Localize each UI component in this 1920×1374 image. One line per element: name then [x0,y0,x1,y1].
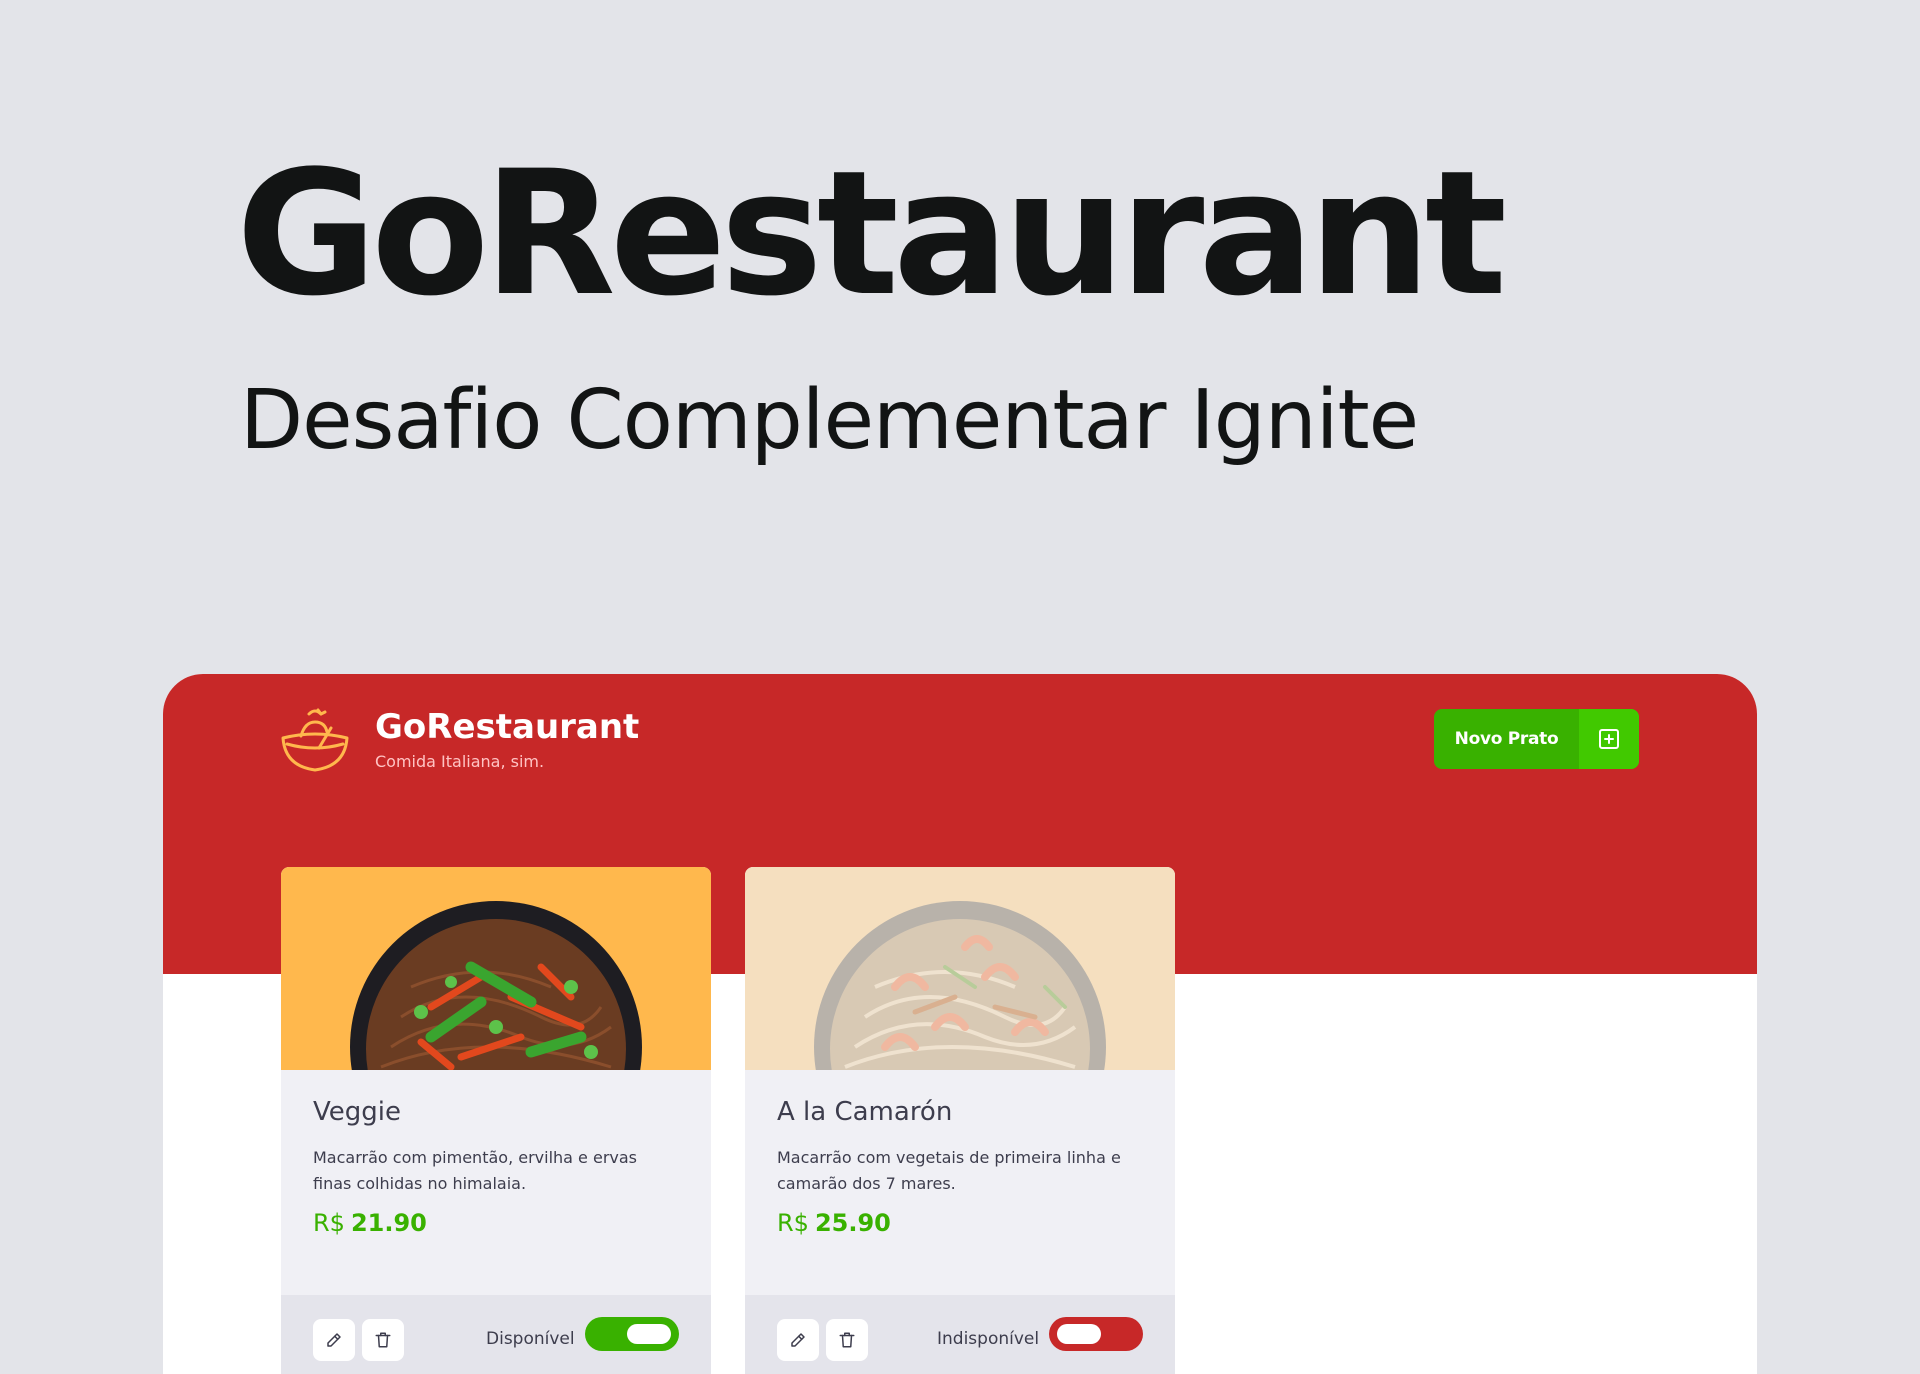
edit-dish-button[interactable] [777,1319,819,1361]
dish-price: R$ 25.90 [777,1209,1143,1237]
dish-image [745,867,1175,1070]
dish-card: Veggie Macarrão com pimentão, ervilha e … [281,867,711,1374]
app-title: GoRestaurant [375,707,640,747]
new-dish-button-label: Novo Prato [1454,729,1559,749]
dish-card-footer: Disponível [281,1295,711,1374]
dish-description: Macarrão com vegetais de primeira linha … [777,1148,1121,1193]
dish-image [281,867,711,1070]
hero-subtitle: Desafio Complementar Ignite [240,373,1419,468]
trash-icon [839,1332,855,1348]
dish-card-footer: Indisponível [745,1295,1175,1374]
pencil-icon [791,1333,805,1347]
pencil-icon [327,1333,341,1347]
trash-icon [375,1332,391,1348]
delete-dish-button[interactable] [362,1319,404,1361]
app-tagline: Comida Italiana, sim. [375,752,545,771]
delete-dish-button[interactable] [826,1319,868,1361]
toggle-knob [1057,1324,1101,1344]
dish-name: Veggie [313,1097,401,1127]
availability-toggle[interactable] [585,1317,679,1351]
toggle-knob [627,1324,671,1344]
new-dish-button[interactable]: Novo Prato [1434,709,1639,769]
availability-label: Indisponível [937,1329,1040,1349]
availability-toggle[interactable] [1049,1317,1143,1351]
price-currency: R$ [313,1209,345,1237]
edit-dish-button[interactable] [313,1319,355,1361]
price-amount: 21.90 [350,1209,427,1237]
app-preview: GoRestaurant Comida Italiana, sim. Novo … [163,674,1757,1374]
dish-price: R$ 21.90 [313,1209,679,1237]
hero-title: GoRestaurant [236,133,1507,334]
plus-square-icon [1579,709,1639,769]
price-amount: 25.90 [814,1209,891,1237]
dish-card: A la Camarón Macarrão com vegetais de pr… [745,867,1175,1374]
bowl-icon [281,708,349,772]
app-logo[interactable]: GoRestaurant Comida Italiana, sim. [279,704,639,776]
dish-name: A la Camarón [777,1097,953,1127]
dish-description: Macarrão com pimentão, ervilha e ervas f… [313,1148,638,1193]
availability-label: Disponível [486,1329,575,1349]
price-currency: R$ [777,1209,809,1237]
